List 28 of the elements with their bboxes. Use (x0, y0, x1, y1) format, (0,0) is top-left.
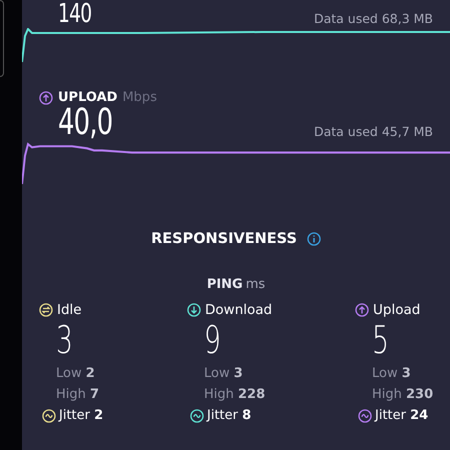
low-ping-text: Low 3 (372, 366, 412, 381)
ping-type-label: Download (205, 302, 272, 318)
data-used-text: Data used 68,3 MB (314, 11, 433, 26)
jitter-text: Jitter 8 (207, 408, 252, 423)
upload-label: UPLOAD (58, 90, 118, 105)
responsiveness-title: RESPONSIVENESS (151, 231, 297, 247)
high-ping-text: High 230 (372, 387, 434, 402)
ping-value: 9 (204, 320, 221, 360)
low-ping-text: Low 3 (204, 366, 244, 381)
jitter-icon (42, 408, 56, 422)
jitter-icon (358, 408, 372, 422)
ping-type-label: Idle (57, 302, 82, 318)
ping-value: 5 (372, 320, 389, 360)
download-speed-value: 140 (58, 0, 92, 28)
jitter-text: Jitter 24 (375, 408, 428, 423)
jitter-text: Jitter 2 (59, 408, 104, 423)
low-ping-text: Low 2 (56, 366, 96, 381)
info-icon[interactable] (306, 232, 321, 246)
high-ping-text: High 7 (56, 387, 100, 402)
ping-type-label: Upload (373, 302, 420, 318)
ping-value: 3 (56, 320, 73, 360)
upload-unit: Mbps (122, 90, 157, 105)
jitter-icon (190, 408, 204, 422)
ping-unit: ms (246, 277, 266, 292)
data-used-text: Data used 45,7 MB (314, 124, 433, 139)
upload-speed-value: 40,0 (58, 105, 112, 141)
high-ping-text: High 228 (204, 387, 266, 402)
ping-label: PING (206, 277, 243, 292)
